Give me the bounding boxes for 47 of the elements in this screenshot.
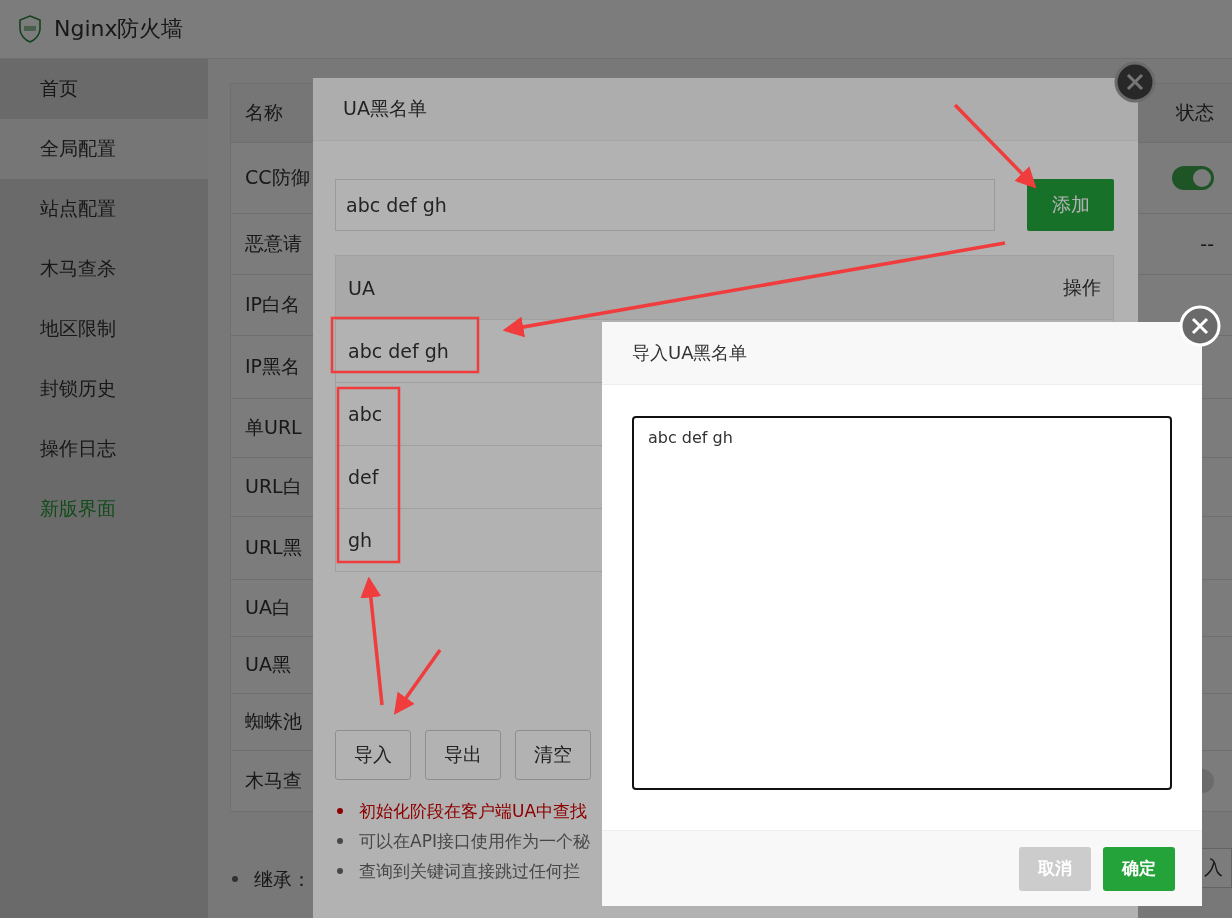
sidebar-item[interactable]: 首页 (0, 59, 208, 119)
note-text: 可以在API接口使用作为一个秘 (359, 830, 590, 853)
ua-input-field[interactable]: abc def gh (335, 179, 995, 231)
column-header: 状态 (1176, 100, 1214, 125)
add-button[interactable]: 添加 (1027, 179, 1114, 231)
close-icon[interactable] (1113, 60, 1157, 104)
table-cell: abc (348, 403, 383, 425)
table-cell: -- (1200, 233, 1214, 255)
sidebar-item[interactable]: 地区限制 (0, 299, 208, 359)
dialog-title: UA黑名单 (313, 78, 1138, 141)
table-cell-text: 恶意请 (245, 231, 302, 256)
dialog-button[interactable]: 导入 (335, 730, 411, 780)
note-text: 查询到关键词直接跳过任何拦 (359, 860, 580, 883)
dialog-button[interactable]: 清空 (515, 730, 591, 780)
sidebar-item[interactable]: 站点配置 (0, 179, 208, 239)
column-header: UA (348, 276, 375, 299)
sidebar-item[interactable]: 操作日志 (0, 419, 208, 479)
shield-logo-icon (18, 15, 42, 43)
table-cell-text: UA白 (245, 595, 291, 620)
confirm-button[interactable]: 确定 (1103, 846, 1175, 891)
table-cell: def (348, 466, 379, 488)
table-cell-text: URL白 (245, 474, 302, 499)
table-cell-text: 蜘蛛池 (245, 709, 302, 734)
column-header: 操作 (1063, 274, 1101, 300)
table-cell-text: CC防御 (245, 165, 310, 190)
table-cell-text: UA黑 (245, 652, 291, 677)
table-cell-text: IP白名 (245, 292, 301, 317)
sidebar-item[interactable]: 木马查杀 (0, 239, 208, 299)
table-cell-text: 单URL (245, 415, 302, 440)
text-area-field[interactable]: abc def gh (632, 416, 1172, 790)
app-title: Nginx防火墙 (54, 15, 184, 43)
table-cell-text: URL黑 (245, 535, 302, 560)
table-cell-text: IP黑名 (245, 354, 301, 379)
column-header: 名称 (245, 100, 283, 125)
note-text: 继承： (254, 867, 311, 892)
sidebar-item[interactable]: 全局配置 (0, 119, 208, 179)
bullet-icon (232, 876, 238, 882)
table-cell: gh (348, 529, 373, 551)
table-cell: abc def gh (348, 340, 449, 362)
table-cell-text: 木马查 (245, 768, 302, 793)
note-text: 初始化阶段在客户端UA中查找 (359, 800, 588, 823)
sidebar-item[interactable]: 封锁历史 (0, 359, 208, 419)
dialog-button[interactable]: 导出 (425, 730, 501, 780)
dialog-title: 导入UA黑名单 (602, 322, 1202, 385)
sidebar-item[interactable]: 新版界面 (0, 479, 208, 539)
toggle-switch[interactable] (1172, 166, 1214, 190)
annotation-arrow (393, 649, 442, 715)
